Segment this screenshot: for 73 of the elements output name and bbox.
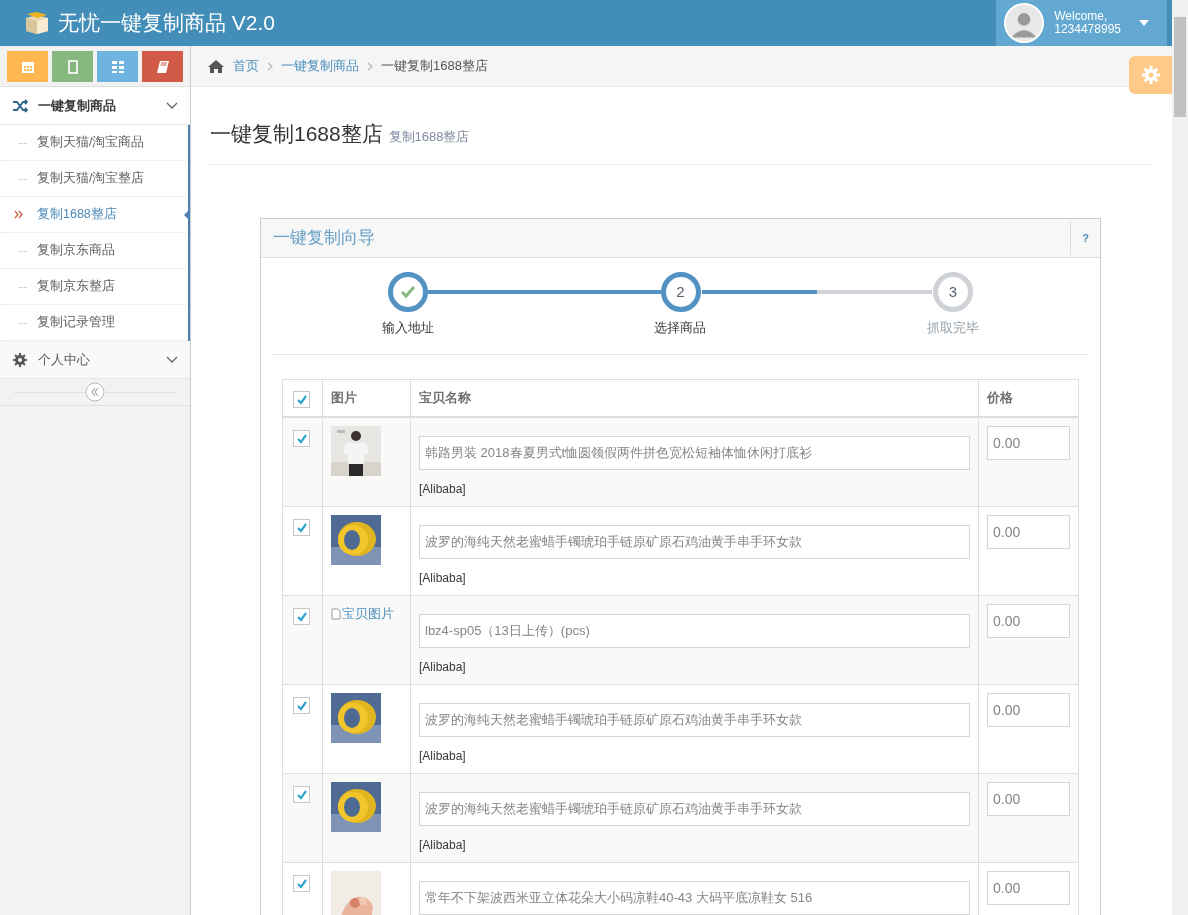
menu-item[interactable]: 个人中心: [0, 341, 190, 379]
gear-icon: [12, 351, 28, 368]
help-button[interactable]: ?: [1070, 221, 1100, 255]
user-name: 1234478995: [1054, 23, 1121, 37]
breadcrumb-link[interactable]: 首页: [233, 56, 259, 76]
checkbox[interactable]: [293, 786, 310, 804]
checkbox[interactable]: [293, 391, 310, 409]
box-logo-icon: [24, 11, 50, 35]
breadcrumb-current: 一键复制1688整店: [381, 57, 488, 76]
step-label: 输入地址: [382, 319, 435, 338]
checkbox[interactable]: [293, 697, 310, 715]
submenu-item[interactable]: 复制京东整店: [0, 269, 188, 305]
product-name-field[interactable]: 波罗的海纯天然老蜜蜡手镯琥珀手链原矿原石鸡油黄手串手环女款: [419, 525, 970, 560]
check-icon: [400, 285, 417, 300]
source-label: [Alibaba]: [419, 481, 467, 499]
avatar: [1004, 3, 1045, 43]
shuffle-icon: [12, 97, 28, 114]
page-subtitle: 复制1688整店: [388, 129, 470, 144]
chevron-right-icon: [267, 61, 273, 71]
panel-title: 一键复制向导: [273, 227, 375, 250]
scrollbar[interactable]: [1172, 0, 1188, 915]
step-label: 抓取完毕: [926, 319, 979, 338]
checkbox[interactable]: [293, 430, 310, 448]
welcome-text: Welcome,: [1054, 9, 1109, 23]
submenu-item[interactable]: 复制1688整店: [0, 197, 188, 233]
product-name-field[interactable]: 韩路男装 2018春夏男式t恤圆领假两件拼色宽松短袖体恤休闲打底衫: [419, 436, 970, 471]
home-icon: [207, 58, 225, 74]
shortcut-button[interactable]: [7, 51, 48, 82]
source-label: [Alibaba]: [419, 748, 467, 766]
source-label: [Alibaba]: [419, 570, 467, 588]
settings-button[interactable]: [1129, 56, 1172, 94]
chevron-right-icon: [367, 61, 373, 71]
price-field[interactable]: 0.00: [987, 782, 1070, 817]
column-header: 宝贝名称: [410, 379, 979, 418]
shortcut-button[interactable]: [52, 51, 93, 82]
step-label: 选择商品: [654, 319, 707, 338]
price-field[interactable]: 0.00: [987, 426, 1070, 461]
shortcut-button[interactable]: [97, 51, 138, 82]
step-circle: 3: [932, 272, 973, 313]
checkbox[interactable]: [293, 875, 310, 893]
column-header: 图片: [322, 379, 411, 418]
shortcut-button[interactable]: [142, 51, 183, 82]
product-name-field[interactable]: 常年不下架波西米亚立体花朵大小码凉鞋40-43 大码平底凉鞋女 516: [419, 881, 970, 915]
collapse-icon[interactable]: [85, 382, 105, 402]
chevron-down-icon: [166, 355, 178, 364]
column-header: 价格: [978, 379, 1079, 418]
chevron-down-icon: [166, 101, 178, 110]
settings-icon: [1140, 65, 1161, 85]
source-label: [Alibaba]: [419, 837, 467, 855]
step-circle: 2: [660, 272, 701, 313]
price-field[interactable]: 0.00: [987, 871, 1070, 906]
double-chevron-icon: [14, 210, 23, 219]
product-name-field[interactable]: lbz4-sp05（13日上传）(pcs): [419, 614, 970, 649]
product-name-field[interactable]: 波罗的海纯天然老蜜蜡手镯琥珀手链原矿原石鸡油黄手串手环女款: [419, 792, 970, 827]
price-field[interactable]: 0.00: [987, 693, 1070, 728]
book-icon: [154, 58, 171, 75]
price-field[interactable]: 0.00: [987, 515, 1070, 550]
menu-item[interactable]: 一键复制商品: [0, 87, 190, 125]
submenu-item[interactable]: 复制京东商品: [0, 233, 188, 269]
checkbox[interactable]: [293, 519, 310, 537]
source-label: [Alibaba]: [419, 659, 467, 677]
grid-icon: [109, 58, 126, 75]
user-menu[interactable]: Welcome, 1234478995: [996, 0, 1167, 46]
app-title: 无忧一键复制商品 V2.0: [58, 10, 276, 37]
breadcrumb-link[interactable]: 一键复制商品: [281, 56, 359, 76]
checkbox[interactable]: [293, 608, 310, 626]
price-field[interactable]: 0.00: [987, 604, 1070, 639]
product-name-field[interactable]: 波罗的海纯天然老蜜蜡手镯琥珀手链原矿原石鸡油黄手串手环女款: [419, 703, 970, 738]
page-title: 一键复制1688整店: [210, 122, 383, 145]
submenu-item[interactable]: 复制天猫/淘宝整店: [0, 161, 188, 197]
submenu-item[interactable]: 复制天猫/淘宝商品: [0, 125, 188, 161]
caret-icon: [1139, 20, 1149, 26]
broken-image: 宝贝图片: [331, 604, 394, 624]
